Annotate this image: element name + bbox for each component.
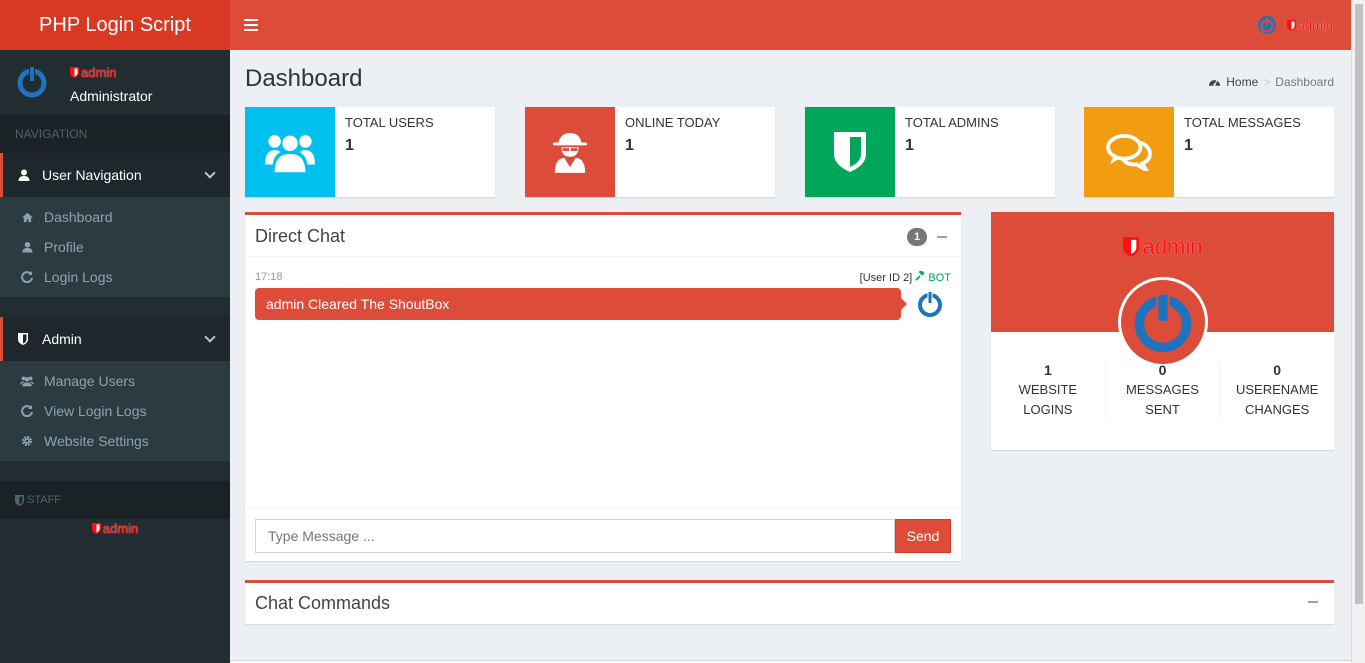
dashboard-icon	[20, 210, 34, 224]
power-icon	[1257, 16, 1276, 34]
chevron-down-icon	[204, 331, 216, 343]
chat-header: Direct Chat 1	[245, 215, 961, 257]
navbar-username: admin	[1286, 18, 1333, 33]
page-title: Dashboard	[245, 65, 363, 92]
stat-label: ONLINE TODAY	[625, 115, 721, 130]
bot-tag: BOT	[928, 272, 951, 284]
stat-value: 1	[1184, 137, 1193, 154]
stat-value: 1	[625, 137, 634, 154]
sidebar-user-role: Administrator	[70, 88, 153, 104]
refresh-icon	[20, 270, 34, 284]
shield-icon	[1286, 19, 1296, 31]
staff-header: STAFF	[0, 481, 230, 519]
breadcrumb-current: Dashboard	[1275, 75, 1334, 89]
gear-icon	[20, 434, 34, 448]
profile-avatar	[1118, 277, 1208, 367]
admin-menu[interactable]: Admin	[0, 317, 230, 361]
stat-box-total-admins: TOTAL ADMINS 1	[805, 107, 1055, 197]
refresh-icon	[20, 404, 34, 418]
sidebar-item-login-logs[interactable]: Login Logs	[0, 262, 230, 292]
profile-widget: admin 1 WEBSITE LOGINS 0 MESSAGES SENT 0…	[991, 212, 1334, 450]
sidebar-item-manage-users[interactable]: Manage Users	[0, 366, 230, 396]
sidebar-item-profile[interactable]: Profile	[0, 232, 230, 262]
message-count-badge: 1	[907, 228, 927, 246]
message-meta: 17:18 [User ID 2] BOT	[255, 269, 951, 284]
direct-chat-box: Direct Chat 1 17:18 [User ID 2] BOT admi…	[245, 212, 961, 561]
sidebar-username: admin	[70, 65, 116, 80]
stat-box-total-users: TOTAL USERS 1	[245, 107, 495, 197]
scrollbar-thumb[interactable]	[1355, 4, 1363, 604]
collapse-button[interactable]	[937, 236, 947, 238]
users-icon	[20, 374, 34, 388]
chat-icon	[1084, 107, 1174, 197]
user-navigation-submenu: Dashboard Profile Login Logs	[0, 197, 230, 297]
profile-username: admin	[991, 234, 1334, 260]
sidebar-item-view-login-logs[interactable]: View Login Logs	[0, 396, 230, 426]
dashboard-icon	[1209, 79, 1221, 86]
gavel-icon	[915, 269, 925, 281]
admin-submenu: Manage Users View Login Logs Website Set…	[0, 361, 230, 461]
collapse-button[interactable]	[1308, 601, 1318, 603]
profile-stats: 1 WEBSITE LOGINS 0 MESSAGES SENT 0 USERE…	[991, 362, 1334, 420]
users-icon	[245, 107, 335, 197]
sidebar-item-website-settings[interactable]: Website Settings	[0, 426, 230, 456]
send-button[interactable]: Send	[895, 519, 951, 553]
power-icon	[1134, 292, 1192, 353]
staff-member[interactable]: admin	[0, 521, 230, 537]
navigation-header: NAVIGATION	[0, 115, 230, 153]
chevron-down-icon	[204, 167, 216, 179]
power-icon	[916, 290, 944, 318]
sidebar-user-panel: admin Administrator	[0, 50, 230, 115]
stat-value: 1	[905, 137, 914, 154]
chat-footer: Send	[245, 508, 961, 563]
sidebar: admin Administrator NAVIGATION User Navi…	[0, 50, 230, 663]
chat-tools: 1	[907, 228, 947, 246]
breadcrumb: Home > Dashboard	[1208, 75, 1334, 89]
chat-commands-header: Chat Commands	[245, 583, 1334, 625]
sidebar-item-dashboard[interactable]: Dashboard	[0, 202, 230, 232]
stat-value: 1	[345, 137, 354, 154]
shield-icon	[18, 333, 30, 345]
shield-icon	[805, 107, 895, 197]
chat-commands-box: Chat Commands	[245, 580, 1334, 624]
stat-box-total-messages: TOTAL MESSAGES 1	[1084, 107, 1334, 197]
shield-icon	[70, 67, 79, 78]
app-logo[interactable]: PHP Login Script	[0, 0, 230, 50]
profile-header: admin	[991, 212, 1334, 367]
message-time: 17:18	[255, 271, 283, 283]
spy-icon	[525, 107, 615, 197]
stat-messages-sent: 0 MESSAGES SENT	[1106, 362, 1221, 420]
user-icon	[18, 169, 30, 181]
shield-icon	[1122, 237, 1139, 257]
stat-box-online-today: ONLINE TODAY 1	[525, 107, 775, 197]
stat-website-logins: 1 WEBSITE LOGINS	[991, 362, 1106, 420]
stat-label: TOTAL ADMINS	[905, 115, 999, 130]
user-avatar-power-icon	[15, 65, 49, 99]
shield-icon	[91, 523, 101, 534]
shield-icon	[15, 494, 24, 506]
message-user: [User ID 2]	[859, 272, 913, 284]
user-icon	[20, 240, 34, 254]
stat-label: TOTAL USERS	[345, 115, 434, 130]
message-bubble: admin Cleared The ShoutBox	[255, 288, 907, 320]
chat-title: Direct Chat	[255, 226, 346, 246]
stat-label: TOTAL MESSAGES	[1184, 115, 1301, 130]
stat-username-changes: 0 USERENAME CHANGES	[1236, 362, 1319, 417]
chat-commands-title: Chat Commands	[255, 593, 391, 613]
page-scrollbar[interactable]	[1351, 0, 1365, 663]
navbar-user-menu[interactable]: admin	[1257, 15, 1333, 35]
user-navigation-menu[interactable]: User Navigation	[0, 153, 230, 197]
breadcrumb-home-link[interactable]: Home	[1226, 75, 1258, 89]
top-navbar: admin	[230, 0, 1351, 50]
sidebar-toggle-button[interactable]	[244, 16, 258, 34]
message-input[interactable]	[255, 519, 895, 553]
